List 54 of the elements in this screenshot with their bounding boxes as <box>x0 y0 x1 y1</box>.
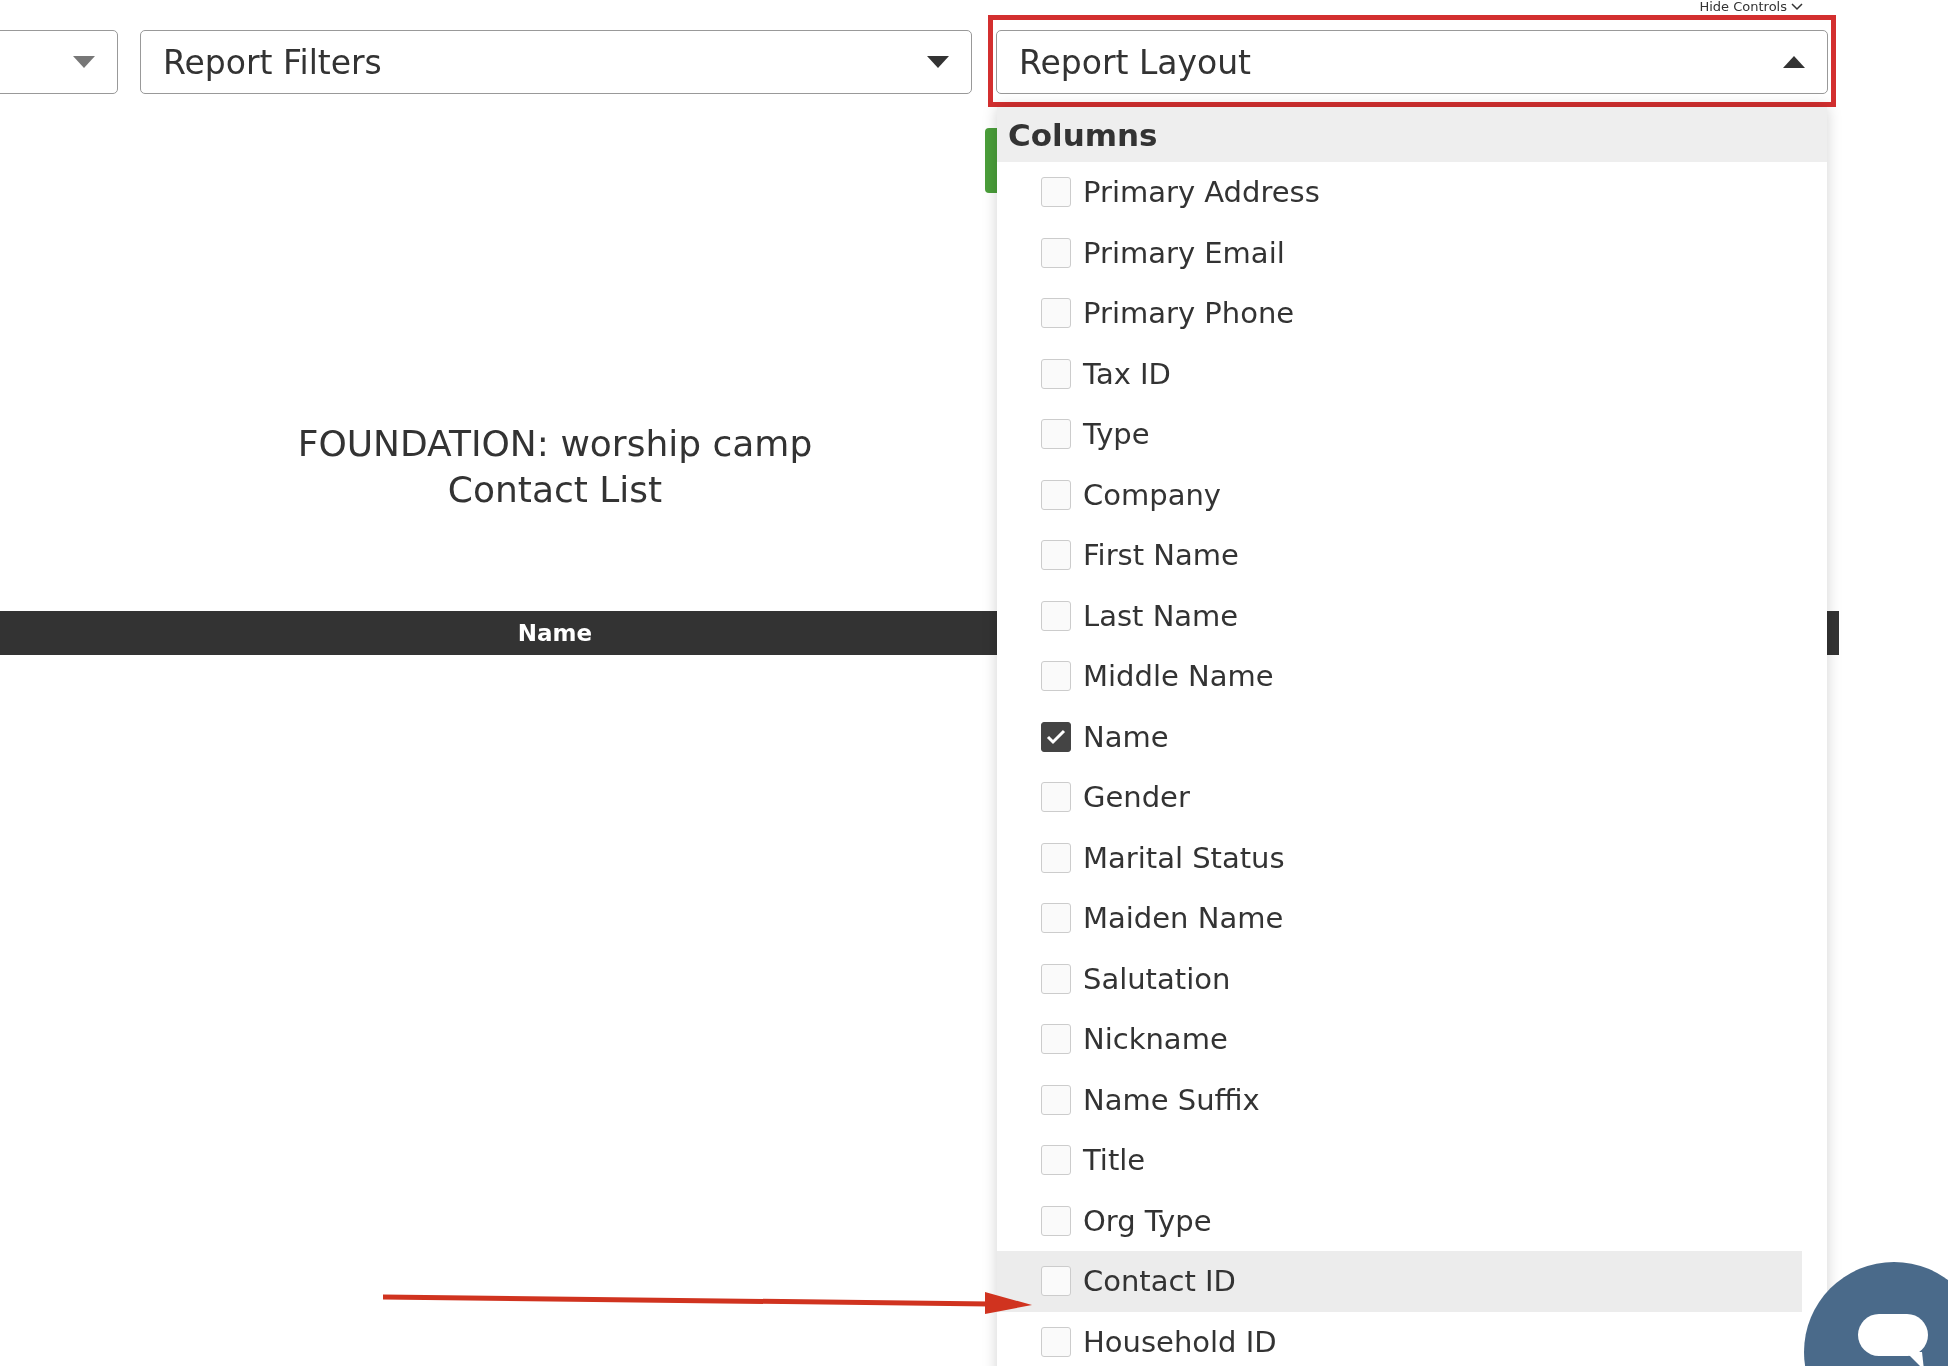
checkbox[interactable] <box>1041 721 1071 752</box>
caret-icon <box>927 56 949 68</box>
option-label: Tax ID <box>1083 356 1171 391</box>
option-label: Primary Address <box>1083 175 1320 210</box>
option-label: Salutation <box>1083 961 1231 996</box>
option-label: Maiden Name <box>1083 901 1284 936</box>
option-label: Primary Email <box>1083 235 1285 270</box>
column-option[interactable]: Household ID <box>997 1311 1802 1366</box>
column-option[interactable]: Marital Status <box>997 827 1802 888</box>
check-icon <box>1046 728 1066 745</box>
option-label: Middle Name <box>1083 659 1274 694</box>
column-option[interactable]: Primary Address <box>997 162 1802 223</box>
option-label: Last Name <box>1083 598 1239 633</box>
report-filters-dropdown[interactable]: Report Filters <box>140 30 972 94</box>
column-option[interactable]: Title <box>997 1130 1802 1191</box>
column-header: Name <box>516 619 594 648</box>
option-label: Title <box>1083 1143 1146 1178</box>
option-label: Nickname <box>1083 1022 1228 1057</box>
option-label: Name Suffix <box>1083 1082 1260 1117</box>
caret-icon <box>73 56 95 68</box>
column-option[interactable]: First Name <box>997 525 1802 586</box>
report-title: FOUNDATION: worship camp <box>296 422 814 466</box>
chevron-icon <box>1791 3 1803 11</box>
column-option[interactable]: Org Type <box>997 1190 1802 1251</box>
column-option[interactable]: Nickname <box>997 1009 1802 1070</box>
option-label: Name <box>1083 719 1169 754</box>
column-option[interactable]: Salutation <box>997 948 1802 1009</box>
column-option[interactable]: Contact ID <box>997 1251 1802 1312</box>
hide-controls-link[interactable]: Hide Controls <box>1699 0 1803 14</box>
option-label: Type <box>1083 417 1150 452</box>
column-option[interactable]: Primary Phone <box>997 283 1802 344</box>
column-option[interactable]: Last Name <box>997 585 1802 646</box>
column-option[interactable]: Middle Name <box>997 646 1802 707</box>
column-option[interactable]: Primary Email <box>997 222 1802 283</box>
option-label: Org Type <box>1083 1203 1212 1238</box>
option-label: Household ID <box>1083 1324 1277 1359</box>
option-label: Primary Phone <box>1083 296 1295 331</box>
option-label: Contact ID <box>1083 1264 1236 1299</box>
column-option[interactable]: Name Suffix <box>997 1069 1802 1130</box>
column-option[interactable]: Type <box>997 404 1802 465</box>
section-header: Columns <box>997 107 1827 162</box>
caret-icon <box>1783 56 1805 68</box>
option-label: Marital Status <box>1083 840 1285 875</box>
dropdown[interactable] <box>0 30 118 94</box>
column-option[interactable]: Name <box>997 706 1802 767</box>
option-label: Company <box>1083 477 1221 512</box>
option-label: Gender <box>1083 780 1190 815</box>
column-option[interactable]: Gender <box>997 767 1802 828</box>
report-subtitle: Contact List <box>446 468 664 512</box>
column-option[interactable]: Company <box>997 464 1802 525</box>
option-label: First Name <box>1083 538 1239 573</box>
column-option[interactable]: Tax ID <box>997 343 1802 404</box>
column-option[interactable]: Maiden Name <box>997 888 1802 949</box>
report-layout-dropdown[interactable]: Report Layout <box>996 30 1828 94</box>
